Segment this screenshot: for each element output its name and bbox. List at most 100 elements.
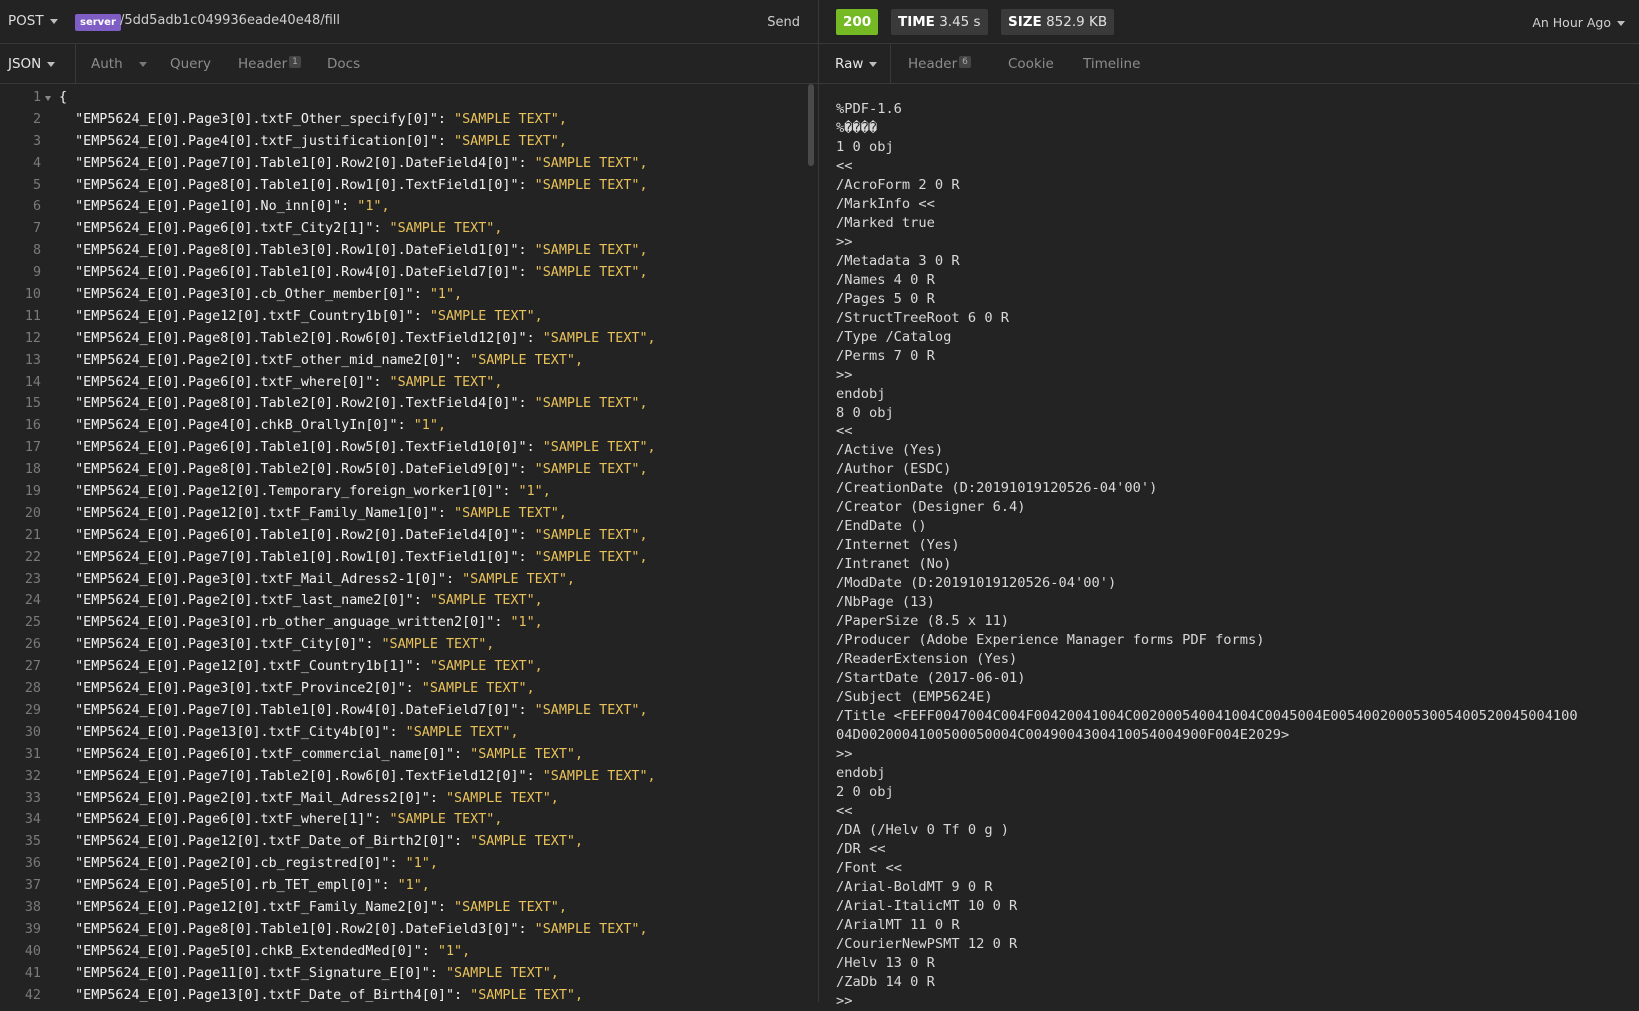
code-line[interactable]: 15 "EMP5624_E[0].Page8[0].Table2[0].Row2…	[0, 393, 818, 415]
code-line[interactable]: 37 "EMP5624_E[0].Page5[0].rb_TET_empl[0]…	[0, 875, 818, 897]
code-line[interactable]: 27 "EMP5624_E[0].Page12[0].txtF_Country1…	[0, 656, 818, 678]
json-key: "EMP5624_E[0].Page12[0].txtF_Family_Name…	[59, 899, 455, 915]
json-key: "EMP5624_E[0].Page3[0].rb_other_anguage_…	[59, 615, 511, 631]
code-line[interactable]: 39 "EMP5624_E[0].Page8[0].Table1[0].Row2…	[0, 919, 818, 941]
code-line[interactable]: 42 "EMP5624_E[0].Page13[0].txtF_Date_of_…	[0, 985, 818, 1002]
json-key: "EMP5624_E[0].Page8[0].Table2[0].Row2[0]…	[59, 396, 535, 412]
code-line[interactable]: 7 "EMP5624_E[0].Page6[0].txtF_City2[1]":…	[0, 218, 818, 240]
editor-scrollbar[interactable]	[808, 84, 814, 166]
history-label: An Hour Ago	[1532, 15, 1611, 30]
code-line[interactable]: 30 "EMP5624_E[0].Page13[0].txtF_City4b[0…	[0, 722, 818, 744]
tab-query[interactable]: Query	[170, 56, 211, 72]
tab-body-json[interactable]: JSON	[8, 56, 56, 72]
code-text: "EMP5624_E[0].Page8[0].Table1[0].Row1[0]…	[59, 175, 647, 197]
json-body-editor[interactable]: 1{2 "EMP5624_E[0].Page3[0].txtF_Other_sp…	[0, 84, 818, 1002]
code-line[interactable]: 32 "EMP5624_E[0].Page7[0].Table2[0].Row6…	[0, 766, 818, 788]
code-line[interactable]: 16 "EMP5624_E[0].Page4[0].chkB_OrallyIn[…	[0, 415, 818, 437]
code-line[interactable]: 17 "EMP5624_E[0].Page6[0].Table1[0].Row5…	[0, 437, 818, 459]
code-text: "EMP5624_E[0].Page8[0].Table2[0].Row6[0]…	[59, 328, 655, 350]
code-line[interactable]: 21 "EMP5624_E[0].Page6[0].Table1[0].Row2…	[0, 525, 818, 547]
line-number: 18	[24, 462, 41, 478]
history-dropdown[interactable]: An Hour Ago	[1532, 15, 1625, 30]
code-line[interactable]: 13 "EMP5624_E[0].Page2[0].txtF_other_mid…	[0, 350, 818, 372]
raw-line: /DA (/Helv 0 Tf 0 g )	[836, 821, 1010, 838]
code-line[interactable]: 35 "EMP5624_E[0].Page12[0].txtF_Date_of_…	[0, 831, 818, 853]
line-number: 1	[32, 90, 41, 105]
raw-line: /Title <FEFF0047004C004F00420041004C0020…	[836, 708, 1578, 724]
tab-timeline[interactable]: Timeline	[1083, 56, 1140, 72]
code-line[interactable]: 23 "EMP5624_E[0].Page3[0].txtF_Mail_Adre…	[0, 569, 818, 591]
json-value: "SAMPLE TEXT",	[462, 571, 575, 587]
code-line[interactable]: 36 "EMP5624_E[0].Page2[0].cb_registred[0…	[0, 853, 818, 875]
json-key: "EMP5624_E[0].Page4[0].txtF_justificatio…	[59, 133, 455, 149]
code-line[interactable]: 14 "EMP5624_E[0].Page6[0].txtF_where[0]"…	[0, 372, 818, 394]
code-text: "EMP5624_E[0].Page13[0].txtF_City4b[0]":…	[59, 722, 518, 744]
json-value: "SAMPLE TEXT",	[429, 308, 543, 324]
tab-cookie[interactable]: Cookie	[1008, 56, 1054, 72]
code-line[interactable]: 19 "EMP5624_E[0].Page12[0].Temporary_for…	[0, 481, 818, 503]
json-key: "EMP5624_E[0].Page6[0].Table1[0].Row4[0]…	[59, 265, 535, 281]
code-text: "EMP5624_E[0].Page7[0].Table1[0].Row1[0]…	[59, 547, 647, 569]
json-value: "1",	[357, 199, 390, 215]
code-line[interactable]: 41 "EMP5624_E[0].Page11[0].txtF_Signatur…	[0, 963, 818, 985]
tab-docs[interactable]: Docs	[327, 56, 360, 72]
line-number: 20	[24, 505, 41, 521]
code-line[interactable]: 5 "EMP5624_E[0].Page8[0].Table1[0].Row1[…	[0, 175, 818, 197]
code-line[interactable]: 25 "EMP5624_E[0].Page3[0].rb_other_angua…	[0, 612, 818, 634]
send-button[interactable]: Send	[767, 15, 800, 30]
code-line[interactable]: 29 "EMP5624_E[0].Page7[0].Table1[0].Row4…	[0, 700, 818, 722]
code-line[interactable]: 38 "EMP5624_E[0].Page12[0].txtF_Family_N…	[0, 897, 818, 919]
json-key: "EMP5624_E[0].Page12[0].txtF_Family_Name…	[59, 505, 455, 521]
line-number: 33	[24, 790, 41, 806]
line-number: 4	[32, 155, 41, 171]
code-line[interactable]: 24 "EMP5624_E[0].Page2[0].txtF_last_name…	[0, 590, 818, 612]
code-line[interactable]: 12 "EMP5624_E[0].Page8[0].Table2[0].Row6…	[0, 328, 818, 350]
response-header: 200 TIME 3.45 s SIZE 852.9 KB An Hour Ag…	[819, 0, 1639, 44]
json-key: "EMP5624_E[0].Page7[0].Table1[0].Row4[0]…	[59, 702, 535, 718]
tab-divider	[75, 44, 76, 83]
line-number: 14	[24, 374, 41, 390]
tab-response-header[interactable]: Header 6	[908, 56, 971, 72]
tab-label: Header	[238, 56, 288, 72]
code-line[interactable]: 4 "EMP5624_E[0].Page7[0].Table1[0].Row2[…	[0, 153, 818, 175]
line-number: 24	[24, 593, 41, 609]
raw-line: /StructTreeRoot 6 0 R	[836, 309, 1010, 326]
json-value: "SAMPLE TEXT",	[542, 768, 656, 784]
json-value: "SAMPLE TEXT",	[389, 374, 503, 390]
json-value: "1",	[518, 484, 551, 500]
code-line[interactable]: 33 "EMP5624_E[0].Page2[0].txtF_Mail_Adre…	[0, 788, 818, 810]
code-line[interactable]: 20 "EMP5624_E[0].Page12[0].txtF_Family_N…	[0, 503, 818, 525]
tab-auth[interactable]: Auth	[91, 56, 147, 72]
code-line[interactable]: 6 "EMP5624_E[0].Page1[0].No_inn[0]": "1"…	[0, 196, 818, 218]
code-line[interactable]: 26 "EMP5624_E[0].Page3[0].txtF_City[0]":…	[0, 634, 818, 656]
code-line[interactable]: 9 "EMP5624_E[0].Page6[0].Table1[0].Row4[…	[0, 262, 818, 284]
code-text: "EMP5624_E[0].Page6[0].txtF_where[1]": "…	[59, 809, 502, 831]
code-line[interactable]: 1{	[0, 87, 818, 109]
code-line[interactable]: 2 "EMP5624_E[0].Page3[0].txtF_Other_spec…	[0, 109, 818, 131]
code-line[interactable]: 18 "EMP5624_E[0].Page8[0].Table2[0].Row5…	[0, 459, 818, 481]
json-key: "EMP5624_E[0].Page6[0].txtF_commercial_n…	[59, 746, 471, 762]
method-dropdown[interactable]: POST	[8, 13, 58, 29]
code-line[interactable]: 10 "EMP5624_E[0].Page3[0].cb_Other_membe…	[0, 284, 818, 306]
tab-header[interactable]: Header 1	[238, 56, 301, 72]
json-value: "SAMPLE TEXT",	[454, 133, 567, 149]
raw-line: /Marked true	[836, 214, 935, 231]
code-line[interactable]: 28 "EMP5624_E[0].Page3[0].txtF_Province2…	[0, 678, 818, 700]
line-number: 37	[24, 878, 41, 894]
size-badge: SIZE 852.9 KB	[1001, 9, 1115, 35]
url-input[interactable]: /5dd5adb1c049936eade40e48/fill	[120, 13, 340, 28]
code-line[interactable]: 40 "EMP5624_E[0].Page5[0].chkB_ExtendedM…	[0, 941, 818, 963]
code-line[interactable]: 8 "EMP5624_E[0].Page8[0].Table3[0].Row1[…	[0, 240, 818, 262]
tab-raw[interactable]: Raw	[835, 56, 878, 72]
code-line[interactable]: 34 "EMP5624_E[0].Page6[0].txtF_where[1]"…	[0, 809, 818, 831]
code-line[interactable]: 11 "EMP5624_E[0].Page12[0].txtF_Country1…	[0, 306, 818, 328]
fold-toggle-icon[interactable]	[45, 96, 51, 101]
code-line[interactable]: 31 "EMP5624_E[0].Page6[0].txtF_commercia…	[0, 744, 818, 766]
response-tabs: Raw Header 6 Cookie Timeline	[819, 44, 1639, 84]
json-value: "1",	[405, 856, 438, 872]
code-line[interactable]: 22 "EMP5624_E[0].Page7[0].Table1[0].Row1…	[0, 547, 818, 569]
code-line[interactable]: 3 "EMP5624_E[0].Page4[0].txtF_justificat…	[0, 131, 818, 153]
line-number: 13	[24, 352, 41, 368]
code-text: "EMP5624_E[0].Page8[0].Table2[0].Row2[0]…	[59, 393, 647, 415]
json-key: "EMP5624_E[0].Page7[0].Table1[0].Row1[0]…	[59, 549, 535, 565]
